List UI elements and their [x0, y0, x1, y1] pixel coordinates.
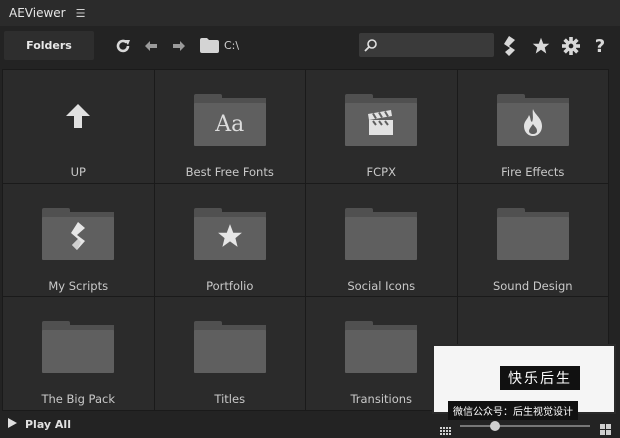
folder-icon: [345, 94, 418, 146]
forward-arrow-icon[interactable]: [172, 39, 186, 53]
folder-icon: [345, 321, 418, 374]
folder-icon: [496, 207, 569, 260]
folder-icon: [199, 37, 219, 53]
zoom-track[interactable]: [460, 425, 590, 427]
script-icon[interactable]: [501, 35, 519, 57]
play-all-label: Play All: [25, 418, 71, 431]
grid-item-the-big-pack[interactable]: The Big Pack: [3, 297, 155, 411]
zoom-thumb[interactable]: [490, 421, 501, 431]
refresh-icon[interactable]: [113, 36, 133, 56]
search-input[interactable]: [359, 33, 494, 57]
script-icon: [69, 222, 87, 254]
grid-item-label: Portfolio: [206, 278, 254, 293]
grid-item-titles[interactable]: Titles: [154, 297, 306, 411]
grid-item-label: Social Icons: [347, 278, 416, 293]
grid-item-label: My Scripts: [48, 278, 109, 293]
grid-item-label: UP: [70, 165, 86, 179]
grid-item-up[interactable]: UP: [3, 70, 155, 184]
menu-icon[interactable]: ☰: [76, 7, 86, 20]
app-title: AEViewer: [9, 6, 66, 20]
grid-item-fcpx[interactable]: FCPX: [306, 70, 458, 184]
back-arrow-icon[interactable]: [144, 39, 158, 53]
grid-item-label: The Big Pack: [41, 392, 116, 407]
grid-item-portfolio[interactable]: Portfolio: [154, 183, 306, 298]
folder-icon: [42, 321, 115, 374]
star-icon[interactable]: [531, 36, 551, 56]
watermark-title: 快乐后生: [500, 366, 580, 390]
current-path: C:\: [224, 39, 240, 52]
help-icon[interactable]: ?: [591, 35, 609, 57]
grid-item-label: Best Free Fonts: [185, 165, 274, 179]
tab-folders[interactable]: Folders: [4, 31, 94, 60]
folder-icon: [193, 207, 266, 260]
grid-item-label: Sound Design: [492, 278, 573, 293]
up-arrow-icon: [64, 102, 92, 136]
title-bar: AEViewer ☰: [0, 0, 620, 26]
grid-item-my-scripts[interactable]: My Scripts: [3, 183, 155, 298]
grid-item-sound-design[interactable]: Sound Design: [457, 183, 609, 298]
flame-icon: [522, 108, 544, 141]
small-grid-icon: [440, 421, 451, 438]
grid-item-best-free-fonts[interactable]: Aa Best Free Fonts: [154, 70, 306, 184]
folder-icon: [193, 321, 266, 374]
grid-item-label: FCPX: [366, 165, 396, 179]
toolbar: Folders C:\ ?: [0, 26, 620, 66]
play-all-button[interactable]: Play All: [8, 418, 71, 431]
play-icon: [8, 418, 17, 431]
zoom-slider[interactable]: [438, 419, 612, 435]
gear-icon[interactable]: [561, 36, 581, 56]
clapperboard-icon: [367, 109, 395, 140]
grid-item-label: Fire Effects: [501, 165, 565, 179]
folder-icon: [496, 94, 569, 146]
folder-icon: Aa: [193, 94, 266, 146]
search-icon: [364, 37, 378, 56]
font-aa-icon: Aa: [215, 112, 245, 137]
grid-item-fire-effects[interactable]: Fire Effects: [457, 70, 609, 184]
folder-icon: [345, 207, 418, 260]
folder-icon: [42, 207, 115, 260]
grid-item-label: Titles: [214, 392, 246, 407]
watermark-overlay: 快乐后生 微信公众号：后生视觉设计: [432, 344, 616, 420]
watermark-subtitle: 微信公众号：后生视觉设计: [448, 401, 578, 420]
grid-item-social-icons[interactable]: Social Icons: [306, 183, 458, 298]
large-grid-icon: [600, 420, 611, 438]
star-icon: [217, 223, 243, 253]
